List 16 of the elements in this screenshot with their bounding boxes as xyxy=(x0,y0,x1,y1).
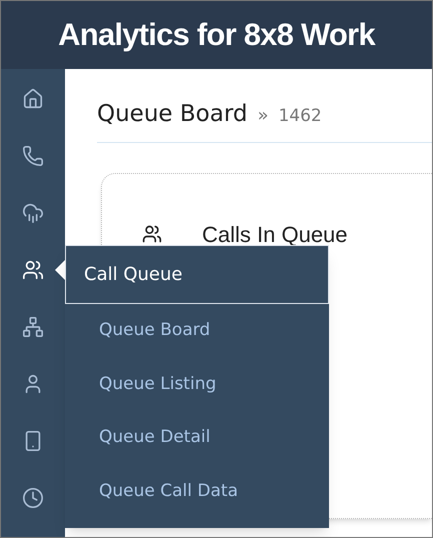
flyout-title: Call Queue xyxy=(65,245,329,304)
app-title: Analytics for 8x8 Work xyxy=(58,16,375,54)
cloud-icon[interactable] xyxy=(22,202,44,224)
users-icon xyxy=(142,224,162,244)
flyout-menu-item[interactable]: Queue Call Data xyxy=(65,464,329,518)
clock-icon[interactable] xyxy=(22,487,44,509)
flyout-menu-item[interactable]: Queue Board xyxy=(65,304,329,358)
home-icon[interactable] xyxy=(22,88,44,110)
flyout-menu-item[interactable]: Queue Detail xyxy=(65,411,329,464)
network-icon[interactable] xyxy=(22,316,44,338)
breadcrumb-separator: » xyxy=(257,104,268,128)
queue-id: 1462 xyxy=(278,105,322,128)
page-title: Queue Board xyxy=(97,100,248,129)
flyout-menu-item[interactable]: Queue Listing xyxy=(65,358,329,411)
users-icon[interactable] xyxy=(22,259,44,281)
phone-icon[interactable] xyxy=(22,145,44,167)
